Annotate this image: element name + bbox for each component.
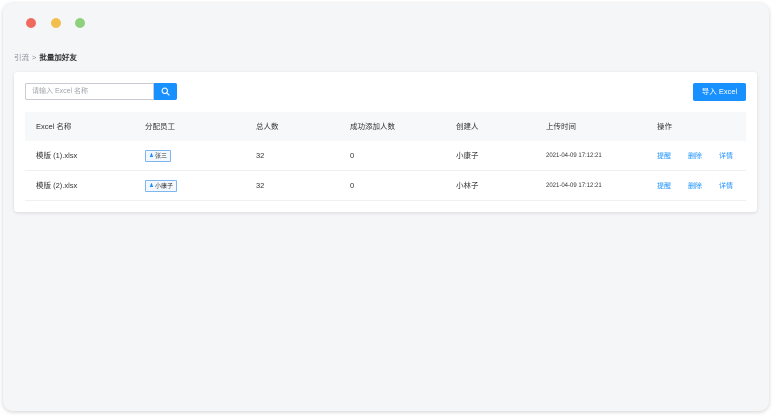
remind-link[interactable]: 提醒 bbox=[657, 171, 671, 200]
breadcrumb-separator: > bbox=[32, 53, 37, 62]
details-link[interactable]: 详情 bbox=[719, 171, 733, 200]
header-assigned-staff: 分配员工 bbox=[145, 122, 175, 131]
close-window-button[interactable] bbox=[26, 18, 36, 28]
excel-name: 模版 (1).xlsx bbox=[36, 151, 78, 160]
details-link[interactable]: 详情 bbox=[719, 141, 733, 170]
excel-table: Excel 名称 分配员工 总人数 成功添加人数 创建人 上传时间 操作 模版 … bbox=[25, 112, 746, 201]
search-button[interactable] bbox=[154, 83, 177, 100]
total-count: 32 bbox=[256, 151, 265, 160]
table-header: Excel 名称 分配员工 总人数 成功添加人数 创建人 上传时间 操作 bbox=[25, 112, 746, 141]
upload-time: 2021-04-09 17:12:21 bbox=[546, 182, 602, 189]
user-icon: ♟ bbox=[149, 152, 154, 159]
breadcrumb: 引流 > 批量加好友 bbox=[14, 52, 77, 63]
delete-link[interactable]: 删除 bbox=[688, 141, 702, 170]
app-window: 引流>批量加好友 导入 Excel Excel 名称 分配员工 总人数 成功添加… bbox=[3, 3, 769, 411]
header-excel-name: Excel 名称 bbox=[36, 122, 72, 131]
delete-link[interactable]: 删除 bbox=[688, 171, 702, 200]
total-count: 32 bbox=[256, 181, 265, 190]
header-success-count: 成功添加人数 bbox=[350, 122, 395, 131]
import-excel-button[interactable]: 导入 Excel bbox=[693, 83, 746, 101]
minimize-window-button[interactable] bbox=[51, 18, 61, 28]
upload-time: 2021-04-09 17:12:21 bbox=[546, 152, 602, 159]
breadcrumb-parent[interactable]: 引流 bbox=[14, 53, 29, 62]
main-card: 导入 Excel Excel 名称 分配员工 总人数 成功添加人数 创建人 上传… bbox=[14, 72, 757, 212]
success-count: 0 bbox=[350, 181, 355, 190]
table-row: 模版 (2).xlsx ♟ 小康子 32 0 小林子 2021-04-09 17:… bbox=[25, 171, 746, 201]
creator: 小康子 bbox=[456, 151, 479, 160]
staff-tag: ♟ 张三 bbox=[145, 149, 171, 162]
excel-name: 模版 (2).xlsx bbox=[36, 181, 78, 190]
staff-name: 小康子 bbox=[154, 184, 173, 190]
header-actions: 操作 bbox=[657, 122, 672, 131]
creator: 小林子 bbox=[456, 181, 479, 190]
success-count: 0 bbox=[350, 151, 355, 160]
header-total: 总人数 bbox=[256, 122, 279, 131]
staff-name: 张三 bbox=[154, 154, 167, 160]
search-icon bbox=[161, 87, 170, 96]
table-row: 模版 (1).xlsx ♟ 张三 32 0 小康子 2021-04-09 17:1… bbox=[25, 141, 746, 171]
header-upload-time: 上传时间 bbox=[546, 122, 576, 131]
breadcrumb-current: 批量加好友 bbox=[39, 53, 77, 62]
user-icon: ♟ bbox=[149, 182, 154, 189]
staff-tag: ♟ 小康子 bbox=[145, 179, 177, 192]
title-bar bbox=[3, 3, 769, 43]
search-input[interactable] bbox=[25, 83, 154, 100]
header-creator: 创建人 bbox=[456, 122, 479, 131]
remind-link[interactable]: 提醒 bbox=[657, 141, 671, 170]
maximize-window-button[interactable] bbox=[75, 18, 85, 28]
